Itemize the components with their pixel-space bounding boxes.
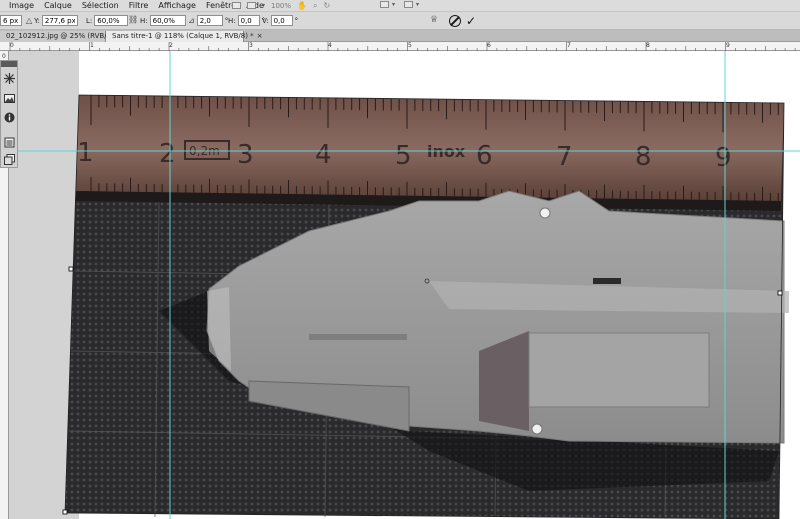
photo-ruler-number: 4 [315,140,332,170]
image-icon[interactable] [2,91,16,105]
warp-mode-icon[interactable]: ♕ [430,15,438,25]
document-canvas[interactable]: 1 2 3 4 5 6 7 8 9 0,2m inox [9,51,800,519]
info-icon[interactable] [2,110,16,124]
horizontal-ruler[interactable]: 0 1 2 3 4 5 6 7 8 9 [0,42,800,51]
burst-icon[interactable] [2,71,16,85]
transform-handle[interactable] [62,509,68,515]
angle-input[interactable] [196,15,223,26]
width-label: L: [86,16,93,25]
hskew-field-group: H: ° [228,15,265,26]
tool-panel [0,60,18,168]
zoom-icon[interactable]: ⌕ [313,1,317,11]
part-pin [531,423,543,435]
photo-ruler-number: 1 [77,138,94,168]
ruler-number: 6 [487,42,491,49]
vskew-degree-label: ° [294,16,299,25]
width-scale-input[interactable] [94,15,129,26]
photo-ruler-number: 5 [395,141,412,171]
photo-ruler-number: 9 [715,143,732,173]
copy-icon[interactable] [2,152,16,166]
ruler-number: 1 [90,42,94,49]
y-position-input[interactable] [41,15,78,26]
document-tab-label: 02_102912.jpg @ 25% (RVB/8) * [6,32,120,40]
x-field-group [0,15,22,26]
document-tab-bar: 02_102912.jpg @ 25% (RVB/8) *× Sans titr… [0,30,800,42]
ruler-number: 4 [328,42,332,49]
vskew-input[interactable] [270,15,293,26]
part-slot [309,334,407,340]
arrange-group: ▾ ▾ [380,1,419,8]
placed-photo[interactable]: 1 2 3 4 5 6 7 8 9 0,2m inox [65,95,789,519]
layers-icon[interactable] [2,135,16,149]
h-field-group: H: [140,15,186,26]
screen-mode-icon[interactable] [404,1,414,8]
horizontal-ruler-ticks [9,42,796,51]
y-label: Y: [34,16,40,25]
ruler-number: 9 [726,42,730,49]
zoom-level[interactable]: 100% [271,2,291,10]
angle-field-group: ⊿ ° [188,15,228,26]
view-extras-icon[interactable] [247,2,256,9]
chevron-down-icon[interactable]: ▾ [262,2,265,9]
link-group: ⛓ [128,15,138,24]
part-hole [593,278,621,284]
x-position-input[interactable] [0,15,22,26]
height-label: H: [140,16,148,25]
transform-handle[interactable] [68,266,74,272]
hskew-input[interactable] [237,15,260,26]
commit-transform-icon[interactable]: ✓ [466,14,476,28]
ruler-number: 8 [646,42,650,49]
menu-image[interactable]: Image [9,1,34,10]
transform-handle[interactable] [777,290,783,296]
ruler-number: 2 [169,42,173,49]
menu-filtre[interactable]: Filtre [129,1,149,10]
rotate-view-icon[interactable]: ↻ [323,1,330,10]
ruler-number: 5 [408,42,412,49]
vskew-field-group: V: ° [262,15,298,26]
photo-ruler-number: 7 [556,142,573,172]
canvas-area[interactable]: 1 2 3 4 5 6 7 8 9 0,2m inox [9,51,800,519]
ruler-number: 0 [10,42,14,49]
hand-icon[interactable]: ✋ [297,1,307,10]
photo-ruler-number: 8 [635,142,652,172]
menu-bar: Image Calque Sélection Filtre Affichage … [0,0,800,11]
arrange-documents-icon[interactable] [380,1,389,8]
options-bar: △ Y: L: ⛓ H: ⊿ ° H: ° V: ° ♕ ✓ [0,11,800,30]
photo-ruler-number: 2 [159,139,176,169]
panel-header[interactable] [1,61,17,67]
ruler-number: 3 [249,42,253,49]
bridge-icon[interactable] [232,2,241,9]
triangle-icon: △ [26,16,33,25]
menu-calque[interactable]: Calque [44,1,72,10]
height-scale-input[interactable] [149,15,186,26]
chevron-down-icon[interactable]: ▾ [416,1,419,8]
part-panel [528,332,710,408]
document-tab-sans-titre[interactable]: Sans titre-1 @ 118% (Calque 1, RVB/8) * × [106,31,263,42]
close-icon[interactable]: × [257,32,263,40]
w-field-group: L: [86,15,129,26]
part-pin [539,207,551,219]
vskew-label: V: [262,16,269,25]
menu-selection[interactable]: Sélection [82,1,119,10]
y-field-group: △ Y: [26,15,78,26]
hskew-label: H: [228,16,236,25]
ruler-number: 7 [567,42,571,49]
ruler-number: 0 [2,53,6,60]
photo-ruler-number: 6 [476,141,493,171]
angle-icon: ⊿ [188,16,195,25]
menubar-tools: ▾ 100% ✋ ⌕ ↻ [232,0,330,11]
link-icon[interactable]: ⛓ [128,15,138,24]
document-tab-jpg[interactable]: 02_102912.jpg @ 25% (RVB/8) *× [0,31,128,42]
chevron-down-icon[interactable]: ▾ [392,1,395,8]
menu-affichage[interactable]: Affichage [158,1,196,10]
document-tab-label: Sans titre-1 @ 118% (Calque 1, RVB/8) * [112,32,254,40]
photo-ruler-number: 3 [237,140,254,170]
cancel-transform-icon[interactable] [449,15,461,27]
